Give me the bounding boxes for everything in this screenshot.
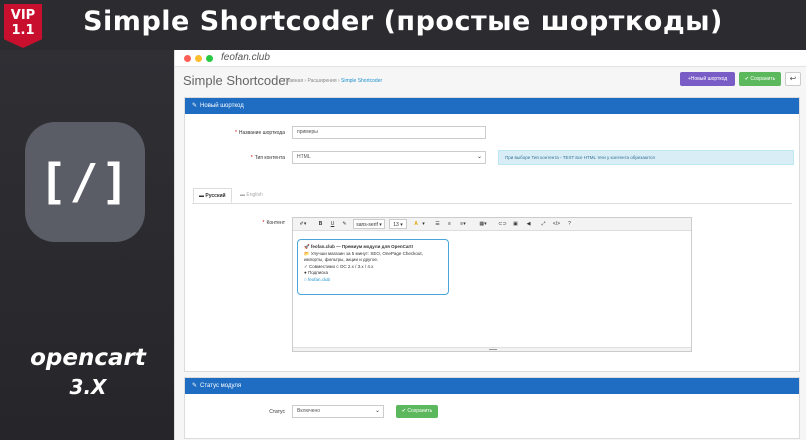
content-type-label: * Тип контента <box>250 155 285 161</box>
save-button[interactable]: ✔ Сохранить <box>739 72 781 86</box>
left-panel: [/] opencart 3.X <box>0 50 174 440</box>
font-size-select[interactable]: 13 ▾ <box>389 219 407 229</box>
page-title: Simple Shortcoder <box>183 73 290 88</box>
new-shortcode-panel-title: Новый шорткод <box>200 103 244 109</box>
tab-russian[interactable]: ▬ Русский <box>193 188 232 203</box>
flag-en-icon: ▬ <box>240 192 245 198</box>
table-icon[interactable]: ▦▾ <box>477 219 489 229</box>
eraser-icon[interactable]: ✎ <box>340 219 349 229</box>
underline-button[interactable]: U <box>328 219 337 229</box>
status-label: Статус <box>269 409 285 415</box>
paragraph-align-icon[interactable]: ≡▾ <box>457 219 469 229</box>
unordered-list-icon[interactable]: ☰ <box>433 219 442 229</box>
new-shortcode-panel: ✎ Новый шорткод * Название шорткода пример… <box>184 97 800 372</box>
status-panel-header: ✎ Статус модуля <box>185 378 799 394</box>
tab-english[interactable]: ▬ English <box>235 188 268 203</box>
help-icon[interactable]: ? <box>565 219 574 229</box>
magic-wand-icon[interactable]: ✐▾ <box>296 219 310 229</box>
status-save-button[interactable]: ✔ Сохранить <box>396 405 438 418</box>
image-icon[interactable]: ▣ <box>511 219 520 229</box>
breadcrumb-home[interactable]: Главная <box>284 78 303 84</box>
shortcode-glyph: [/] <box>38 154 132 210</box>
platform-version: 3.X <box>69 375 107 399</box>
name-input[interactable]: примеры <box>292 126 486 139</box>
text-color-icon[interactable]: A <box>411 219 421 229</box>
content-type-value: HTML <box>297 154 311 160</box>
ordered-list-icon[interactable]: ≡ <box>445 219 454 229</box>
maximize-dot-icon[interactable] <box>206 55 213 62</box>
content-editor[interactable]: ✐▾ B U ✎ sans-serif ▾ 13 ▾ A ▾ ☰ ≡ ≡▾ ▦▾… <box>292 217 692 352</box>
platform-name: opencart <box>30 345 146 371</box>
editor-resize-handle[interactable] <box>293 347 691 351</box>
content-type-info: При выборе Тип контента - TEXT все HTML … <box>498 150 794 165</box>
window-url: feofan.club <box>221 52 270 63</box>
content-label: * Контент <box>262 220 285 226</box>
font-family-select[interactable]: sans-serif ▾ <box>353 219 385 229</box>
chevron-down-icon[interactable]: ▾ <box>421 219 426 229</box>
link-icon[interactable]: ⊂⊃ <box>498 219 507 229</box>
new-shortcode-panel-header: ✎ Новый шорткод <box>185 98 799 114</box>
minimize-dot-icon[interactable] <box>195 55 202 62</box>
status-panel-title: Статус модуля <box>200 383 242 389</box>
close-dot-icon[interactable] <box>184 55 191 62</box>
chevron-down-icon: ⌄ <box>374 408 380 414</box>
content-type-select[interactable]: HTML ⌄ <box>292 151 486 164</box>
breadcrumb-current[interactable]: Simple Shortcoder <box>341 78 382 84</box>
top-banner: VIP 1.1 Simple Shortcoder (простые шортк… <box>0 0 806 50</box>
status-value: Включено <box>297 408 321 414</box>
tabs-divider <box>192 203 792 204</box>
breadcrumb: Главная › Расширения › Simple Shortcoder <box>284 78 383 84</box>
name-label: * Название шорткода <box>234 130 285 136</box>
flag-ru-icon: ▬ <box>199 193 204 199</box>
chevron-down-icon: ⌄ <box>476 154 482 160</box>
pencil-icon: ✎ <box>192 103 198 109</box>
new-shortcode-button[interactable]: +Новый шорткод <box>680 72 735 86</box>
video-icon[interactable]: ◀ <box>524 219 533 229</box>
editor-toolbar: ✐▾ B U ✎ sans-serif ▾ 13 ▾ A ▾ ☰ ≡ ≡▾ ▦▾… <box>293 218 691 231</box>
status-panel: ✎ Статус модуля Статус Включено ⌄ ✔ Сохра… <box>184 377 800 439</box>
breadcrumb-extensions[interactable]: Расширения <box>307 78 336 84</box>
banner-title: Simple Shortcoder (простые шорткоды) <box>83 6 723 37</box>
admin-window: feofan.club Simple Shortcoder Главная › … <box>174 50 806 440</box>
code-view-icon[interactable]: </> <box>551 219 562 229</box>
content-link[interactable]: ○ feofan.club <box>304 277 442 284</box>
fullscreen-icon[interactable]: ⤢ <box>539 219 548 229</box>
status-select[interactable]: Включено ⌄ <box>292 405 384 418</box>
page-header: Simple Shortcoder Главная › Расширения ›… <box>175 67 806 97</box>
bold-button[interactable]: B <box>316 219 325 229</box>
content-preview-card: 🚀 feofan.club — Премиум модули для OpenC… <box>297 239 449 295</box>
shortcode-app-icon: [/] <box>25 122 145 242</box>
window-titlebar: feofan.club <box>175 50 806 67</box>
pencil-icon: ✎ <box>192 383 198 389</box>
back-button[interactable]: ↩ <box>785 72 801 86</box>
